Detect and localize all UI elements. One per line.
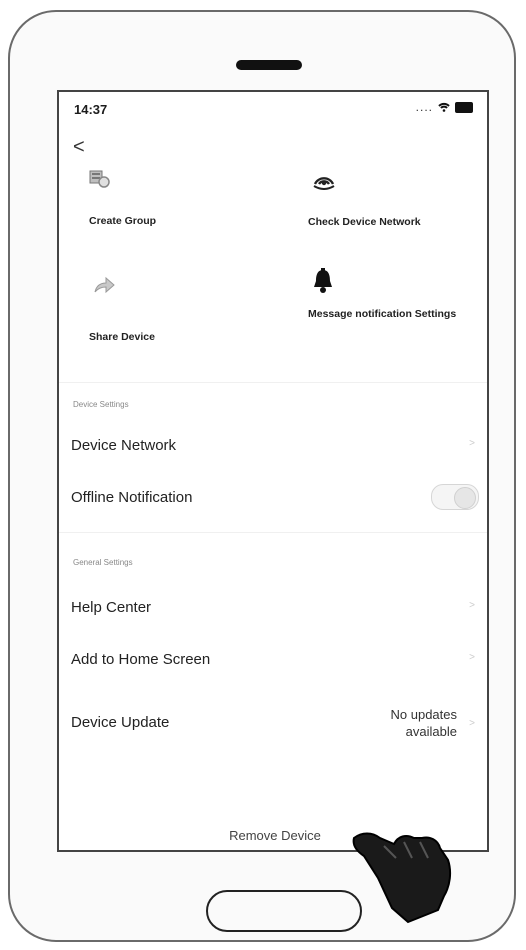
home-button [206,890,362,932]
message-notification-action[interactable]: Message notification Settings [308,268,478,321]
pointing-hand-icon [352,832,452,924]
group-icon [89,170,110,188]
offline-notification-row: Offline Notification [59,480,487,516]
check-network-action[interactable]: Check Device Network [308,170,478,229]
general-settings-caption: General Settings [73,558,133,567]
signal-dots: .... [415,100,433,114]
wifi-icon [438,102,450,112]
chevron-right-icon: > [469,600,475,611]
device-update-row[interactable]: Device Update No updates available > [59,702,487,744]
share-device-action[interactable]: Share Device [89,276,259,344]
speaker-slot [236,60,302,70]
back-button[interactable]: < [73,136,85,159]
create-group-action[interactable]: Create Group [89,170,259,228]
bell-icon [314,268,332,293]
network-icon [313,177,335,190]
help-center-row[interactable]: Help Center > [59,590,487,626]
chevron-right-icon: > [469,438,475,449]
battery-icon [455,101,473,113]
device-settings-caption: Device Settings [73,400,129,409]
status-icons: .... [416,100,473,114]
divider [59,532,487,533]
offline-notification-toggle[interactable] [431,484,479,510]
share-icon [94,276,115,294]
add-to-home-screen-row[interactable]: Add to Home Screen > [59,642,487,678]
status-time: 14:37 [74,102,108,117]
device-settings-screen: 14:37 .... < Create Group Check Device N… [57,90,489,852]
chevron-right-icon: > [469,652,475,663]
chevron-right-icon: > [469,718,475,729]
update-status: No updates available [390,707,458,739]
divider [59,382,487,383]
device-network-row[interactable]: Device Network > [59,428,487,464]
